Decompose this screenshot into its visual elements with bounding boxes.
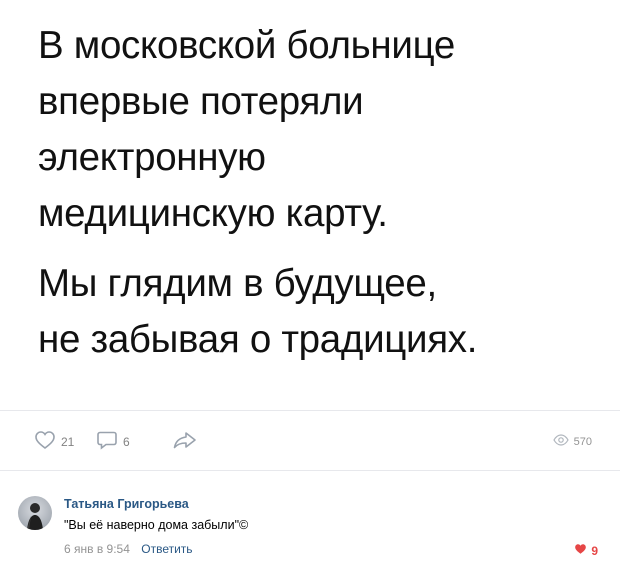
views-counter: 570 (552, 428, 592, 456)
post-line: В московской больнице (38, 24, 455, 67)
share-button[interactable] (172, 428, 198, 456)
comment-author[interactable]: Татьяна Григорьева (64, 497, 189, 511)
share-arrow-icon (172, 430, 198, 455)
heart-icon (574, 542, 587, 560)
reply-link[interactable]: Ответить (141, 542, 192, 556)
avatar[interactable] (18, 496, 52, 530)
post-line: электронную (38, 136, 266, 179)
like-button[interactable]: 21 (34, 428, 74, 456)
eye-icon (552, 433, 569, 451)
comment-meta: 6 янв в 9:54 Ответить (64, 542, 193, 556)
post-line: не забывая о традициях. (38, 318, 478, 361)
heart-outline-icon (34, 430, 56, 455)
views-count: 570 (573, 436, 592, 448)
post-paragraph-2: Мы глядим в будущее, не забывая о традиц… (38, 256, 608, 368)
divider (0, 410, 620, 411)
divider (0, 470, 620, 471)
comment-like-button[interactable]: 9 (574, 542, 598, 560)
post-text: В московской больнице впервые потеряли э… (38, 18, 608, 368)
post-line: Мы глядим в будущее, (38, 262, 437, 305)
comment-text: "Вы её наверно дома забыли"© (64, 518, 249, 532)
like-count: 21 (61, 435, 75, 449)
post-actions: 21 6 570 (0, 428, 620, 456)
comment-count: 6 (123, 435, 130, 449)
comment: Татьяна Григорьева "Вы её наверно дома з… (0, 482, 620, 565)
post-paragraph-1: В московской больнице впервые потеряли э… (38, 18, 608, 242)
comment-date[interactable]: 6 янв в 9:54 (64, 542, 130, 556)
comment-like-count: 9 (591, 544, 598, 558)
comment-button[interactable]: 6 (96, 428, 130, 456)
speech-bubble-icon (96, 430, 118, 455)
post-line: медицинскую карту. (38, 192, 388, 235)
post-line: впервые потеряли (38, 80, 364, 123)
